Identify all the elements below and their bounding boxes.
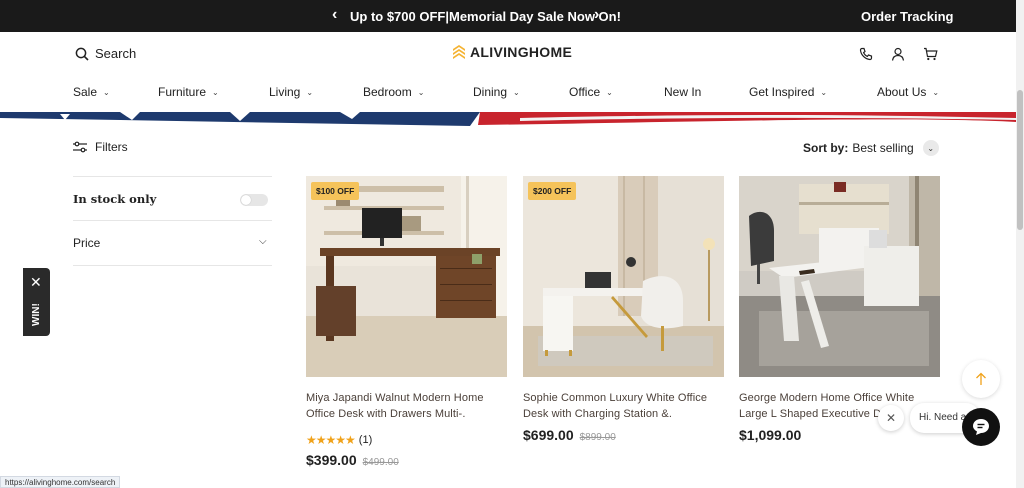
nav-item-label: Bedroom bbox=[363, 85, 412, 99]
nav-item-office[interactable]: Office ⌄ bbox=[569, 85, 613, 99]
search-label: Search bbox=[95, 46, 137, 61]
chevron-left-icon[interactable]: ‹ bbox=[332, 6, 337, 24]
page-scrollbar[interactable] bbox=[1016, 0, 1024, 488]
chevron-down-icon: ⌄ bbox=[922, 140, 939, 156]
nav-item-label: About Us bbox=[877, 85, 927, 99]
win-promo-tab[interactable]: ✕ WIN! bbox=[23, 268, 50, 336]
in-stock-toggle[interactable] bbox=[240, 194, 268, 206]
site-logo[interactable]: ALIVINGHOME bbox=[452, 44, 572, 60]
chevron-down-icon: ⌄ bbox=[103, 87, 110, 97]
price-facet[interactable]: Price ⌵ bbox=[73, 220, 272, 266]
nav-item-label: Sale bbox=[73, 85, 98, 99]
price-label: Price bbox=[73, 236, 101, 250]
announcement-message[interactable]: Up to $700 OFF|Memorial Day Sale Now On! bbox=[350, 9, 621, 24]
product-card[interactable]: George Modern Home Office White Large L … bbox=[739, 176, 940, 443]
white-desk-photo bbox=[523, 176, 724, 377]
chat-close-button[interactable]: ✕ bbox=[878, 405, 904, 431]
product-title[interactable]: Sophie Common Luxury White Office Desk w… bbox=[523, 390, 724, 422]
chevron-down-icon: ⌄ bbox=[820, 87, 828, 97]
chevron-down-icon: ⌄ bbox=[212, 87, 219, 97]
main-nav: Sale ⌄ Furniture ⌄ Living ⌄ Bedroom ⌄ Dining… bbox=[73, 85, 943, 105]
nav-item-label: Office bbox=[569, 85, 601, 99]
arrow-up-icon bbox=[976, 372, 986, 385]
toggle-knob bbox=[241, 195, 251, 205]
announcement-bar: ‹ Up to $700 OFF|Memorial Day Sale Now O… bbox=[0, 0, 1016, 32]
in-stock-label: In stock only bbox=[73, 192, 157, 206]
chevron-down-icon: ⌄ bbox=[417, 87, 425, 97]
logo-mark-icon bbox=[453, 45, 465, 59]
chevron-down-icon: ⌵ bbox=[259, 236, 267, 247]
filters-label: Filters bbox=[95, 140, 128, 154]
chevron-down-icon: ⌄ bbox=[306, 87, 314, 97]
scrollbar-thumb[interactable] bbox=[1017, 90, 1023, 230]
product-rating[interactable]: ★★★★★ (1) bbox=[306, 433, 507, 447]
product-price: $699.00 bbox=[523, 427, 574, 443]
product-compare-price: $499.00 bbox=[362, 457, 399, 468]
chevron-down-icon: ⌄ bbox=[932, 87, 940, 97]
cart-icon[interactable] bbox=[923, 47, 938, 61]
nav-item-dining[interactable]: Dining ⌄ bbox=[473, 85, 520, 99]
product-card[interactable]: $200 OFF Sophie Common Luxury White Offi… bbox=[523, 176, 724, 443]
product-image[interactable]: $200 OFF bbox=[523, 176, 724, 377]
sort-label: Sort by: bbox=[803, 141, 849, 155]
star-rating-icon: ★★★★★ bbox=[306, 433, 356, 447]
nav-item-label: Dining bbox=[473, 85, 508, 99]
nav-item-sale[interactable]: Sale ⌄ bbox=[73, 85, 110, 99]
discount-badge: $100 OFF bbox=[311, 182, 360, 200]
nav-item-get-inspired[interactable]: Get Inspired ⌄ bbox=[749, 85, 827, 99]
scroll-to-top-button[interactable] bbox=[962, 360, 1000, 398]
sort-value: Best selling bbox=[852, 141, 914, 155]
nav-item-label: Living bbox=[269, 85, 301, 99]
review-count: (1) bbox=[358, 434, 373, 446]
flag-banner-image bbox=[0, 112, 1016, 126]
chevron-right-icon[interactable]: › bbox=[594, 6, 599, 24]
sort-dropdown[interactable]: Sort by: Best selling ⌄ bbox=[803, 140, 939, 156]
product-price: $399.00 bbox=[306, 452, 357, 468]
search-icon bbox=[75, 47, 89, 61]
product-image[interactable]: $100 OFF bbox=[306, 176, 507, 377]
chevron-down-icon: ⌄ bbox=[606, 87, 613, 97]
walnut-desk-photo bbox=[306, 176, 507, 377]
nav-item-label: New In bbox=[664, 85, 702, 99]
product-card[interactable]: $100 OFF Miya Japandi Walnut Modern Home… bbox=[306, 176, 507, 468]
product-compare-price: $899.00 bbox=[579, 432, 616, 443]
filters-button[interactable]: Filters bbox=[73, 140, 128, 154]
product-title[interactable]: Miya Japandi Walnut Modern Home Office D… bbox=[306, 390, 507, 422]
nav-item-about-us[interactable]: About Us ⌄ bbox=[877, 85, 939, 99]
nav-item-new-in[interactable]: New In bbox=[664, 85, 701, 99]
phone-icon[interactable] bbox=[859, 47, 873, 61]
chat-icon bbox=[973, 419, 989, 435]
nav-item-label: Get Inspired bbox=[749, 85, 815, 99]
site-header: Search ALIVINGHOME Sale ⌄ Furniture ⌄ Livi… bbox=[0, 32, 1016, 112]
nav-item-label: Furniture bbox=[158, 85, 207, 99]
hero-banner-strip bbox=[0, 112, 1016, 126]
close-icon: ✕ bbox=[885, 411, 897, 425]
l-shaped-desk-photo bbox=[739, 176, 940, 377]
chat-launcher-button[interactable] bbox=[962, 408, 1000, 446]
account-icon[interactable] bbox=[891, 47, 905, 61]
win-tab-label: WIN! bbox=[31, 303, 42, 326]
discount-badge: $200 OFF bbox=[528, 182, 577, 200]
close-icon[interactable]: ✕ bbox=[30, 274, 42, 291]
chevron-down-icon: ⌄ bbox=[513, 87, 520, 97]
product-image[interactable] bbox=[739, 176, 940, 377]
nav-item-furniture[interactable]: Furniture ⌄ bbox=[158, 85, 219, 99]
order-tracking-link[interactable]: Order Tracking bbox=[861, 9, 953, 24]
nav-item-bedroom[interactable]: Bedroom ⌄ bbox=[363, 85, 424, 99]
search-button[interactable]: Search bbox=[75, 46, 136, 61]
status-bar-url: https://alivinghome.com/search bbox=[0, 476, 121, 488]
product-price: $1,099.00 bbox=[739, 427, 802, 443]
logo-text: ALIVINGHOME bbox=[470, 44, 573, 60]
nav-item-living[interactable]: Living ⌄ bbox=[269, 85, 313, 99]
filter-sliders-icon bbox=[73, 141, 87, 153]
in-stock-facet: In stock only bbox=[73, 176, 272, 220]
